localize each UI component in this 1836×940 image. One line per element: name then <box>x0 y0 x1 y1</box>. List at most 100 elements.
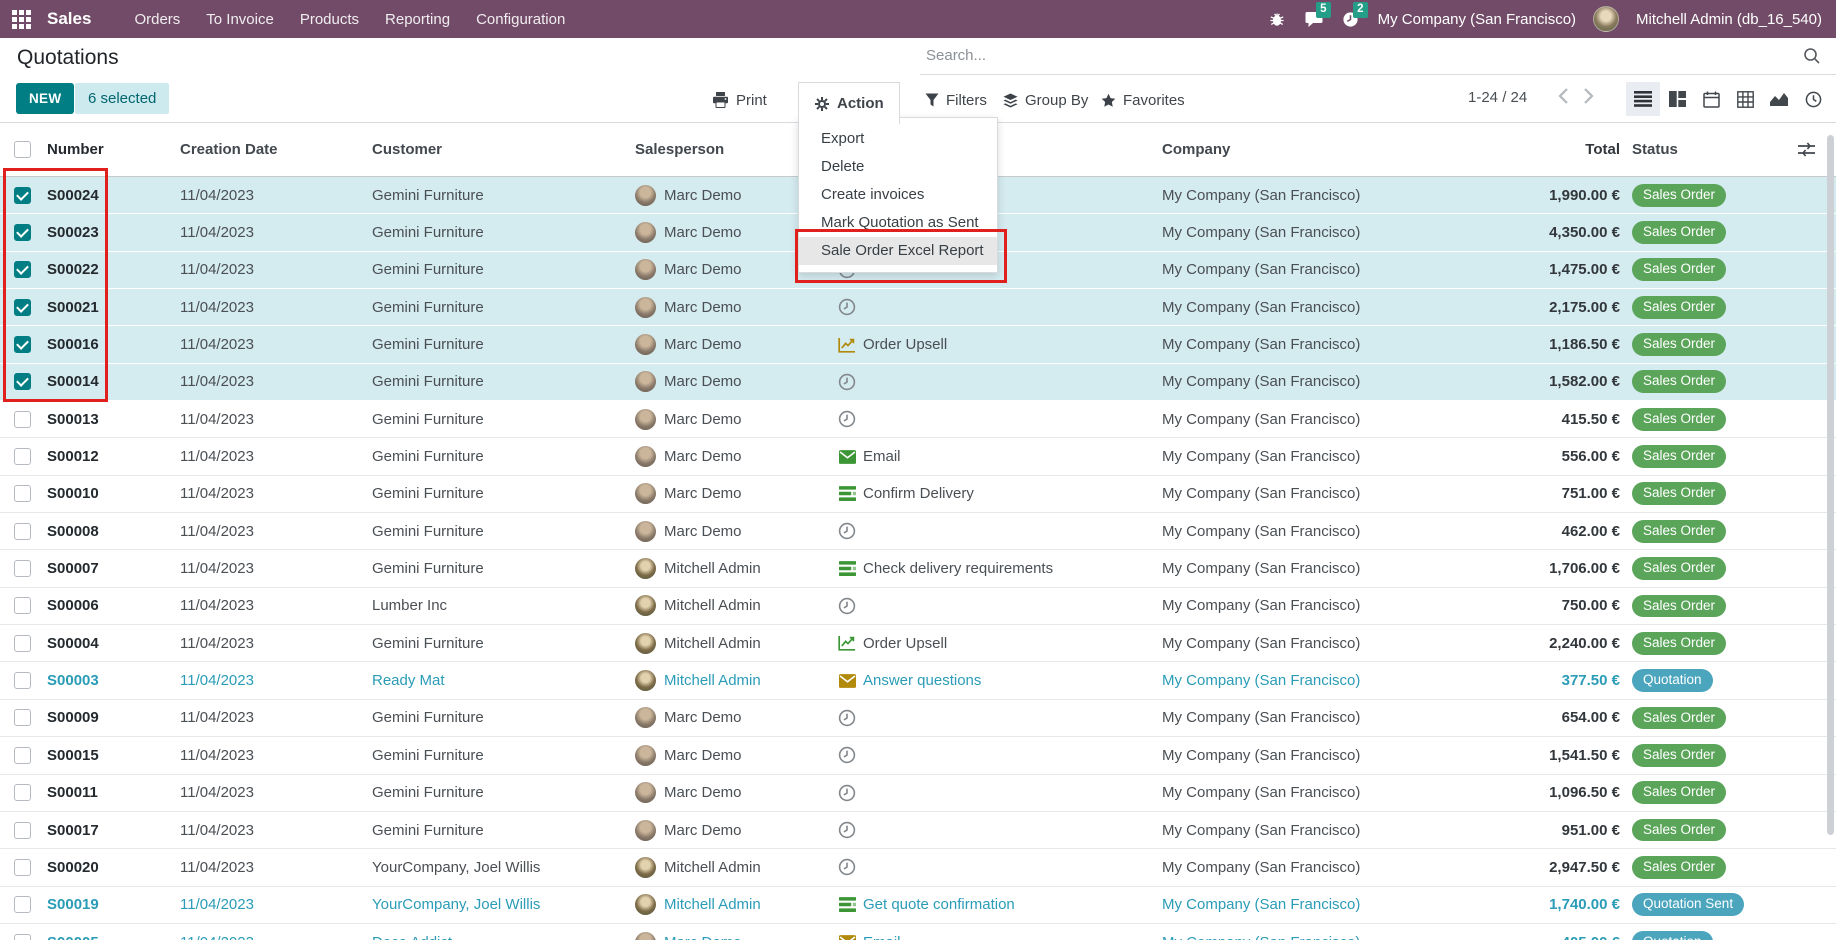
row-checkbox[interactable] <box>0 523 47 540</box>
cell-activity[interactable] <box>838 746 1162 764</box>
table-row[interactable]: S00005 11/04/2023 Deco Addict Marc Demo <box>0 924 1836 940</box>
cell-activity[interactable] <box>838 522 1162 540</box>
row-checkbox[interactable] <box>0 485 47 502</box>
row-checkbox[interactable] <box>0 299 47 316</box>
row-checkbox[interactable] <box>0 448 47 465</box>
pager-previous-icon[interactable] <box>1558 87 1569 110</box>
new-button[interactable]: NEW <box>16 83 74 114</box>
row-checkbox[interactable] <box>0 411 47 428</box>
table-row[interactable]: S00013 11/04/2023 Gemini Furniture Marc … <box>0 401 1836 438</box>
row-checkbox[interactable] <box>0 635 47 652</box>
nav-menu-configuration[interactable]: Configuration <box>463 2 578 37</box>
group-by-button[interactable]: Group By <box>1003 83 1088 117</box>
cell-activity[interactable] <box>838 709 1162 727</box>
row-checkbox[interactable] <box>0 224 47 241</box>
pager-next-icon[interactable] <box>1583 87 1594 110</box>
row-checkbox[interactable] <box>0 709 47 726</box>
action-menu-item-mark-quotation-as-sent[interactable]: Mark Quotation as Sent <box>799 209 997 237</box>
row-checkbox[interactable] <box>0 859 47 876</box>
table-row[interactable]: S00015 11/04/2023 Gemini Furniture Marc … <box>0 737 1836 774</box>
nav-menu-to-invoice[interactable]: To Invoice <box>193 2 287 37</box>
action-menu-item-delete[interactable]: Delete <box>799 153 997 181</box>
cell-activity[interactable]: Confirm Delivery <box>838 485 1162 503</box>
cell-activity[interactable] <box>838 597 1162 615</box>
cell-activity[interactable] <box>838 298 1162 316</box>
table-row[interactable]: S00012 11/04/2023 Gemini Furniture Marc … <box>0 438 1836 475</box>
activity-view-icon[interactable] <box>1796 82 1830 116</box>
cell-activity[interactable] <box>838 373 1162 391</box>
row-checkbox[interactable] <box>0 896 47 913</box>
optional-columns-icon[interactable] <box>1797 141 1816 162</box>
table-row[interactable]: S00021 11/04/2023 Gemini Furniture Marc … <box>0 289 1836 326</box>
cell-activity[interactable]: Get quote confirmation <box>838 896 1162 914</box>
row-checkbox[interactable] <box>0 822 47 839</box>
list-view-icon[interactable] <box>1626 82 1660 116</box>
user-avatar[interactable] <box>1593 6 1619 32</box>
table-row[interactable]: S00009 11/04/2023 Gemini Furniture Marc … <box>0 700 1836 737</box>
table-row[interactable]: S00010 11/04/2023 Gemini Furniture Marc … <box>0 476 1836 513</box>
pivot-view-icon[interactable] <box>1728 82 1762 116</box>
action-menu-item-create-invoices[interactable]: Create invoices <box>799 181 997 209</box>
cell-activity[interactable]: Email <box>838 933 1162 940</box>
column-header-customer[interactable]: Customer <box>372 141 635 158</box>
messages-icon[interactable]: 5 <box>1304 9 1324 29</box>
graph-view-icon[interactable] <box>1762 82 1796 116</box>
app-name[interactable]: Sales <box>47 9 91 29</box>
filters-button[interactable]: Filters <box>925 83 987 117</box>
cell-activity[interactable] <box>838 784 1162 802</box>
table-row[interactable]: S00006 11/04/2023 Lumber Inc Mitchell Ad… <box>0 588 1836 625</box>
cell-activity[interactable] <box>838 821 1162 839</box>
table-row[interactable]: S00016 11/04/2023 Gemini Furniture Marc … <box>0 326 1836 363</box>
row-checkbox[interactable] <box>0 187 47 204</box>
action-menu-item-export[interactable]: Export <box>799 125 997 153</box>
row-checkbox[interactable] <box>0 747 47 764</box>
nav-menu-products[interactable]: Products <box>287 2 372 37</box>
row-checkbox[interactable] <box>0 261 47 278</box>
row-checkbox[interactable] <box>0 934 47 940</box>
calendar-view-icon[interactable] <box>1694 82 1728 116</box>
table-row[interactable]: S00011 11/04/2023 Gemini Furniture Marc … <box>0 775 1836 812</box>
bug-icon[interactable] <box>1267 9 1287 29</box>
table-row[interactable]: S00020 11/04/2023 YourCompany, Joel Will… <box>0 849 1836 886</box>
search-icon[interactable] <box>1802 46 1822 71</box>
row-checkbox[interactable] <box>0 560 47 577</box>
print-button[interactable]: Print <box>712 83 767 117</box>
table-row[interactable]: S00004 11/04/2023 Gemini Furniture Mitch… <box>0 625 1836 662</box>
favorites-button[interactable]: Favorites <box>1101 83 1185 117</box>
nav-menu-orders[interactable]: Orders <box>121 2 193 37</box>
search-input[interactable]: Search... <box>920 38 1836 75</box>
column-header-number[interactable]: Number <box>47 141 180 158</box>
cell-activity[interactable]: Order Upsell <box>838 634 1162 652</box>
cell-activity[interactable]: Order Upsell <box>838 336 1162 354</box>
nav-menu-reporting[interactable]: Reporting <box>372 2 463 37</box>
company-switcher[interactable]: My Company (San Francisco) <box>1378 11 1576 28</box>
action-button[interactable]: Action <box>798 82 900 124</box>
table-row[interactable]: S00017 11/04/2023 Gemini Furniture Marc … <box>0 812 1836 849</box>
apps-grid-icon[interactable] <box>12 10 31 29</box>
table-row[interactable]: S00014 11/04/2023 Gemini Furniture Marc … <box>0 364 1836 401</box>
cell-number: S00003 <box>47 672 180 689</box>
row-checkbox[interactable] <box>0 597 47 614</box>
table-row[interactable]: S00008 11/04/2023 Gemini Furniture Marc … <box>0 513 1836 550</box>
select-all-checkbox[interactable] <box>14 141 31 158</box>
column-header-creation-date[interactable]: Creation Date <box>180 141 372 158</box>
table-row[interactable]: S00019 11/04/2023 YourCompany, Joel Will… <box>0 887 1836 924</box>
row-checkbox[interactable] <box>0 336 47 353</box>
cell-activity[interactable] <box>838 858 1162 876</box>
table-row[interactable]: S00003 11/04/2023 Ready Mat Mitchell Adm… <box>0 662 1836 699</box>
vertical-scrollbar[interactable] <box>1827 135 1834 835</box>
cell-activity[interactable] <box>838 410 1162 428</box>
row-checkbox[interactable] <box>0 373 47 390</box>
column-header-total[interactable]: Total <box>1522 141 1620 158</box>
cell-activity[interactable]: Check delivery requirements <box>838 560 1162 578</box>
table-row[interactable]: S00007 11/04/2023 Gemini Furniture Mitch… <box>0 550 1836 587</box>
action-menu-item-sale-order-excel-report[interactable]: Sale Order Excel Report <box>799 237 997 265</box>
row-checkbox[interactable] <box>0 672 47 689</box>
cell-activity[interactable]: Email <box>838 448 1162 466</box>
column-header-company[interactable]: Company <box>1162 141 1522 158</box>
row-checkbox[interactable] <box>0 784 47 801</box>
cell-activity[interactable]: Answer questions <box>838 672 1162 690</box>
kanban-view-icon[interactable] <box>1660 82 1694 116</box>
user-menu[interactable]: Mitchell Admin (db_16_540) <box>1636 11 1822 28</box>
activities-icon[interactable]: 2 <box>1341 9 1361 29</box>
